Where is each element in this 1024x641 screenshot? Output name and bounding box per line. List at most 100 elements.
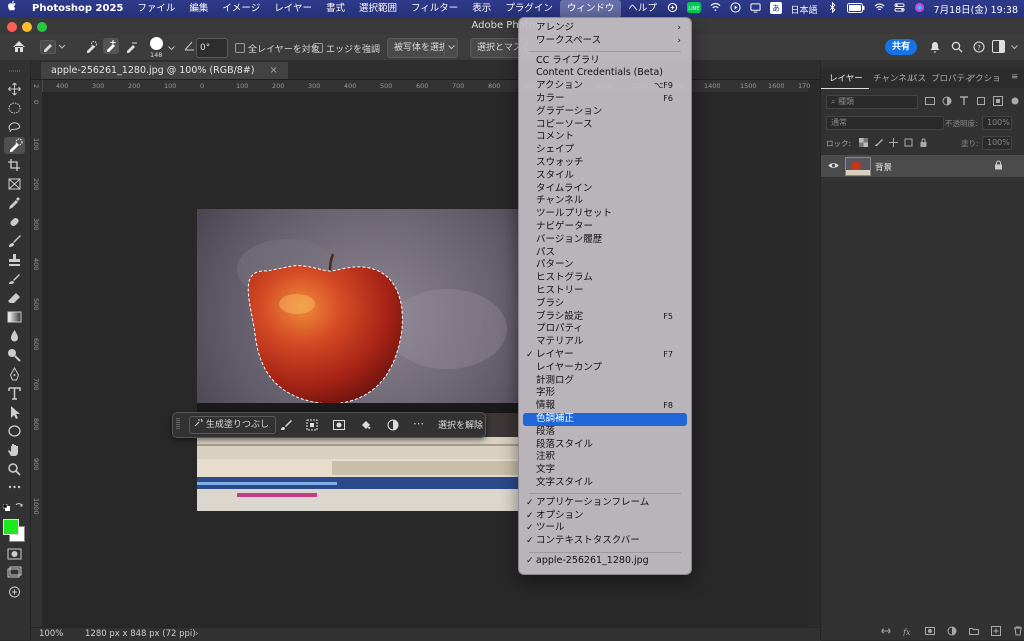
cloud-sync-icon[interactable] [667, 2, 678, 16]
add-mask-icon[interactable] [925, 626, 935, 636]
play-icon[interactable] [729, 2, 741, 16]
close-tab-icon[interactable]: × [270, 65, 278, 76]
window-menu-item[interactable]: マテリアル [523, 336, 687, 349]
filter-shape-icon[interactable] [976, 96, 986, 106]
network-icon[interactable] [749, 2, 761, 16]
window-menu-item[interactable]: プロパティ [523, 323, 687, 336]
menu-image[interactable]: イメージ [215, 0, 267, 18]
angle-input[interactable]: 0° [196, 38, 228, 58]
sample-all-layers-checkbox[interactable] [235, 43, 245, 53]
crop-tool-icon[interactable] [7, 158, 22, 172]
window-menu-item[interactable]: 段落スタイル [523, 439, 687, 452]
menu-layer[interactable]: レイヤー [267, 0, 319, 18]
minimize-window-button[interactable] [22, 22, 32, 32]
window-menu-item[interactable]: ブラシ設定 F5 [523, 311, 687, 324]
swap-colors-icon[interactable] [15, 502, 24, 511]
menu-app-name[interactable]: Photoshop 2025 [25, 0, 130, 18]
window-menu-item[interactable]: 情報 F8 [523, 400, 687, 413]
menu-select[interactable]: 選択範囲 [352, 0, 404, 18]
path-selection-tool-icon[interactable] [7, 405, 22, 419]
ime-label[interactable]: 日本語 [791, 3, 818, 16]
menu-plugins[interactable]: プラグイン [498, 0, 560, 18]
generative-fill-button[interactable]: 生成塗りつぶし [189, 416, 276, 434]
adjustment-layer-icon[interactable] [387, 419, 399, 434]
window-menu-item[interactable]: チャンネル [523, 195, 687, 208]
window-menu-item[interactable]: タイムライン [523, 183, 687, 196]
pen-tool-icon[interactable] [7, 366, 22, 381]
eyedropper-tool-icon[interactable] [7, 196, 22, 210]
new-selection-icon[interactable] [84, 40, 98, 57]
elliptical-marquee-tool-icon[interactable] [7, 101, 22, 115]
window-menu-item[interactable]: ✓ アプリケーションフレーム [523, 497, 687, 510]
delete-layer-icon[interactable] [1013, 626, 1023, 636]
screen-mode-icon[interactable] [7, 566, 22, 580]
help-icon[interactable]: ? [973, 41, 985, 56]
menu-file[interactable]: ファイル [130, 0, 182, 18]
window-menu-item[interactable]: 文字スタイル [523, 477, 687, 490]
chevron-right-icon[interactable]: › [195, 629, 198, 639]
window-menu-item[interactable]: Content Credentials (Beta) [523, 67, 687, 80]
window-menu-item[interactable]: 色調補正 [523, 413, 687, 426]
window-menu-item[interactable]: ワークスペース › [523, 35, 687, 48]
frame-tool-icon[interactable] [7, 177, 22, 191]
document-tab[interactable]: apple-256261_1280.jpg @ 100% (RGB/8#) × [41, 62, 288, 79]
drag-handle-icon[interactable] [176, 417, 180, 434]
zoom-tool-icon[interactable] [7, 462, 22, 476]
new-group-icon[interactable] [969, 626, 979, 636]
window-menu-item[interactable]: ヒストグラム [523, 272, 687, 285]
new-adjustment-layer-icon[interactable] [947, 626, 957, 636]
window-menu-item[interactable]: パス [523, 247, 687, 260]
lock-position-icon[interactable] [889, 138, 898, 147]
brush-selection-icon[interactable] [280, 419, 292, 434]
filter-smart-object-icon[interactable] [993, 96, 1003, 106]
chevron-down-icon[interactable] [1011, 42, 1018, 53]
input-method-icon[interactable]: あ [769, 1, 782, 17]
dodge-tool-icon[interactable] [7, 348, 22, 362]
filter-type-icon[interactable] [959, 96, 969, 106]
move-tool-icon[interactable] [7, 82, 22, 96]
menu-edit[interactable]: 編集 [182, 0, 215, 18]
history-brush-tool-icon[interactable] [7, 272, 22, 286]
window-menu-item[interactable]: レイヤーカンプ [523, 362, 687, 375]
menu-view[interactable]: 表示 [465, 0, 498, 18]
close-window-button[interactable] [7, 22, 17, 32]
window-menu-item[interactable]: 字形 [523, 387, 687, 400]
enhance-edge-checkbox[interactable] [313, 43, 323, 53]
gradient-tool-icon[interactable] [7, 310, 22, 324]
menu-filter[interactable]: フィルター [404, 0, 465, 18]
window-menu-item[interactable]: バージョン履歴 [523, 234, 687, 247]
layer-filter-kind[interactable]: ⌕ 種類 [826, 95, 918, 109]
window-menu-item[interactable]: ✓ apple-256261_1280.jpg [523, 555, 687, 568]
siri-icon[interactable] [914, 2, 925, 16]
apple-menu-icon[interactable] [0, 0, 25, 18]
window-menu-item[interactable]: CC ライブラリ [523, 55, 687, 68]
window-menu-item[interactable]: スタイル [523, 170, 687, 183]
workspace-icon[interactable] [992, 40, 1005, 56]
menu-help[interactable]: ヘルプ [621, 0, 664, 18]
deselect-button[interactable]: 選択を解除 [438, 418, 483, 431]
window-menu-item[interactable]: ✓ レイヤー F7 [523, 349, 687, 362]
layer-style-fx-icon[interactable]: fx [903, 626, 913, 636]
tool-preset-picker-icon[interactable] [40, 40, 66, 57]
chevron-down-icon[interactable] [168, 43, 175, 54]
subtract-from-selection-icon[interactable] [124, 40, 138, 57]
visibility-eye-icon[interactable] [828, 161, 839, 173]
window-menu-item[interactable]: ブラシ [523, 298, 687, 311]
tab-actions[interactable]: アクショ [967, 72, 1001, 84]
window-menu-item[interactable]: アクション ⌥F9 [523, 80, 687, 93]
zoom-window-button[interactable] [37, 22, 47, 32]
default-colors-icon[interactable] [2, 503, 10, 511]
search-icon[interactable] [951, 41, 963, 56]
window-menu-item[interactable]: ナビゲーター [523, 221, 687, 234]
clone-stamp-tool-icon[interactable] [7, 253, 22, 267]
window-menu-item[interactable]: ✓ オプション [523, 510, 687, 523]
window-menu-item[interactable]: 計測ログ [523, 375, 687, 388]
filter-toggle-icon[interactable] [1010, 96, 1020, 106]
layer-row[interactable]: 背景 [821, 155, 1024, 177]
fill-selection-icon[interactable] [360, 419, 372, 434]
fill-input[interactable]: 100% [982, 136, 1012, 150]
link-layers-icon[interactable] [881, 626, 891, 636]
clock[interactable]: 7月18日(金) 19:38 [934, 2, 1018, 16]
bluetooth-icon[interactable] [827, 2, 838, 16]
transform-selection-icon[interactable] [306, 419, 318, 434]
